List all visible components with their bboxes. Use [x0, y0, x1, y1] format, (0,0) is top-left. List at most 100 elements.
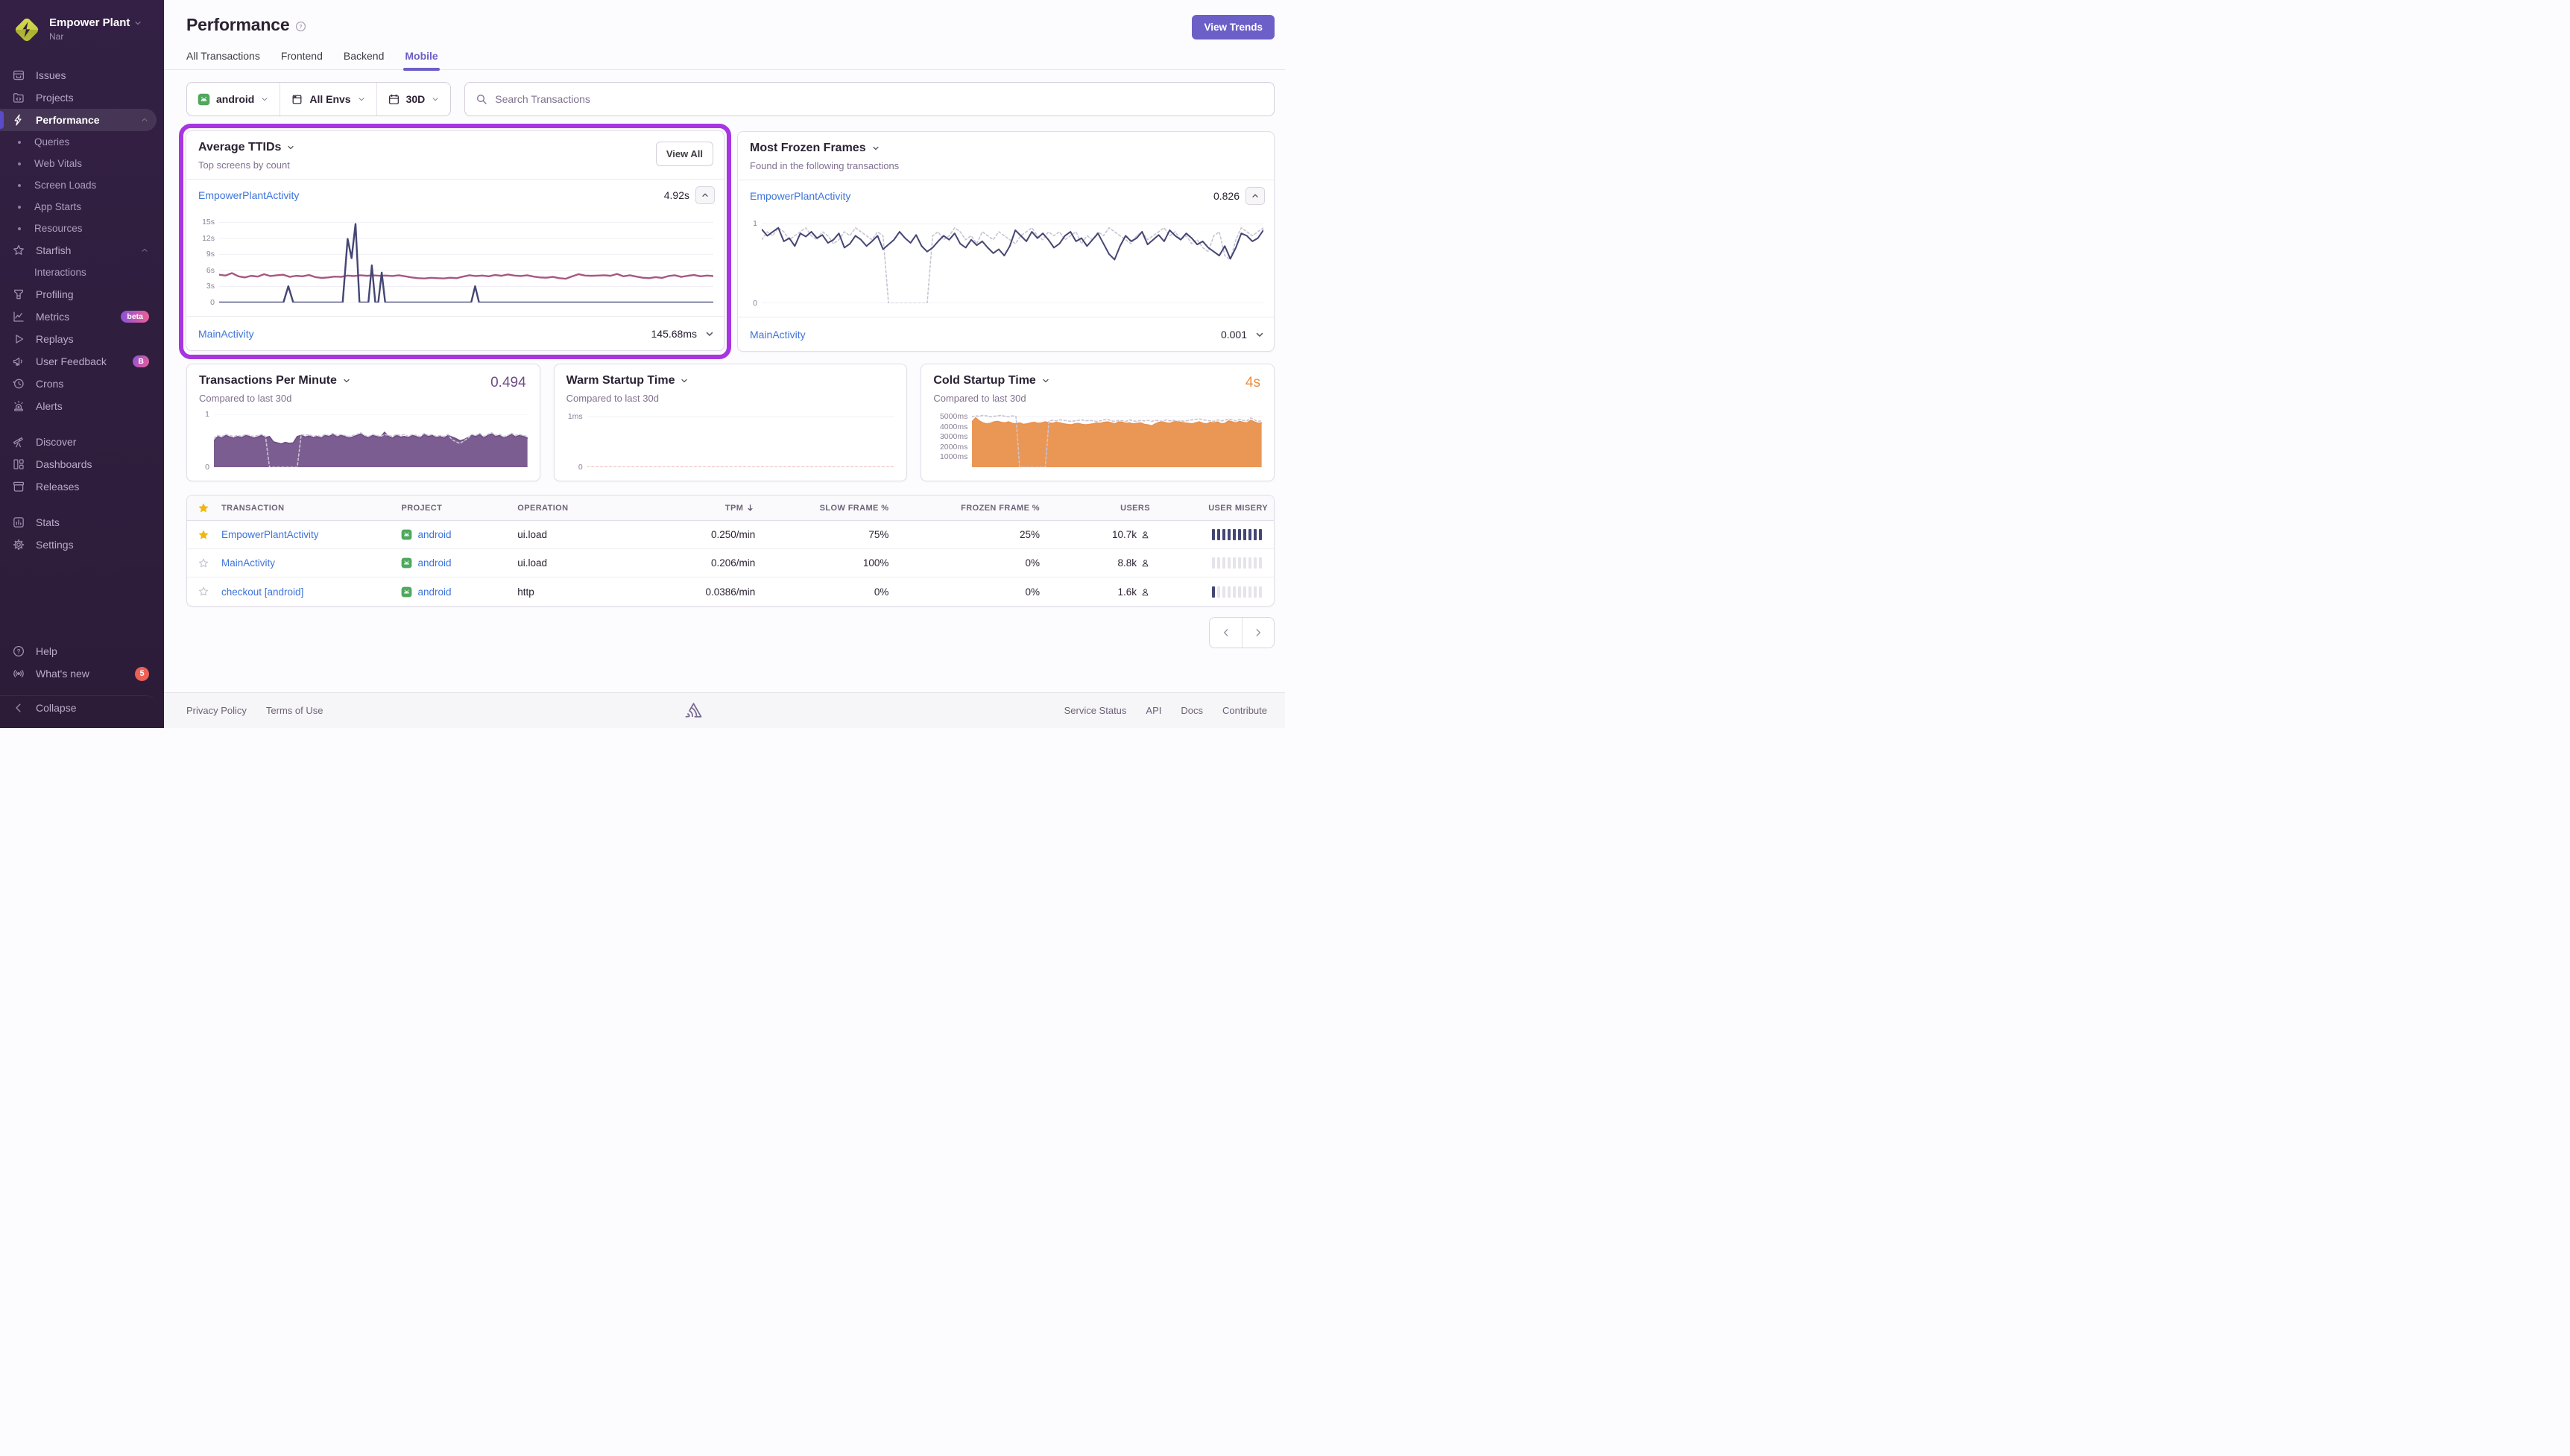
help-circle-icon[interactable]: ?	[295, 21, 306, 32]
frozen-frame-cell: 25%	[1019, 529, 1040, 540]
star-header-icon[interactable]	[198, 502, 209, 514]
transaction-link[interactable]: MainActivity	[221, 557, 275, 569]
sidebar-item-help[interactable]: ? Help	[0, 640, 157, 662]
cold-value: 4s	[1245, 375, 1260, 390]
col-project[interactable]: PROJECT	[395, 504, 511, 513]
col-frozen-frame[interactable]: FROZEN FRAME %	[894, 504, 1046, 513]
sidebar-item-crons[interactable]: Crons	[0, 373, 157, 395]
environment-filter[interactable]: All Envs	[280, 83, 376, 115]
sidebar-item-metrics[interactable]: Metrics beta	[0, 306, 157, 328]
sidebar-nav: Issues Projects Performance Queries Web Vi…	[0, 52, 164, 640]
sidebar-subitem-interactions[interactable]: Interactions	[0, 262, 157, 283]
sidebar-item-collapse[interactable]: Collapse	[0, 695, 157, 718]
frozen-transaction-link[interactable]: EmpowerPlantActivity	[750, 190, 850, 202]
project-link[interactable]: android	[417, 557, 451, 569]
search-icon	[477, 95, 487, 104]
prev-page-button[interactable]	[1210, 618, 1242, 648]
ttid-bottom-row: MainActivity 145.68ms	[186, 316, 724, 350]
chevron-down-icon[interactable]	[1041, 376, 1050, 385]
warm-subtitle: Compared to last 30d	[566, 393, 659, 404]
star-filled-icon[interactable]	[198, 529, 209, 541]
sidebar-subitem-app-starts[interactable]: App Starts	[0, 196, 157, 218]
sidebar-subitem-screen-loads[interactable]: Screen Loads	[0, 174, 157, 196]
star-outline-icon[interactable]	[198, 557, 209, 569]
view-all-button[interactable]: View All	[655, 142, 713, 166]
avg-ttid-transaction-link[interactable]: EmpowerPlantActivity	[198, 189, 299, 201]
footer-link-api[interactable]: API	[1146, 705, 1161, 716]
footer-link-privacy-policy[interactable]: Privacy Policy	[186, 705, 247, 716]
sidebar-subitem-web-vitals[interactable]: Web Vitals	[0, 153, 157, 174]
y-axis-tick: 1	[205, 410, 209, 419]
sidebar-item-performance[interactable]: Performance	[0, 109, 157, 131]
star-outline-icon[interactable]	[198, 586, 209, 598]
sidebar-item-stats[interactable]: Stats	[0, 511, 157, 534]
tpm-subtitle: Compared to last 30d	[199, 393, 292, 404]
col-tpm[interactable]: TPM	[640, 503, 762, 513]
collapse-button[interactable]	[695, 186, 715, 204]
col-operation[interactable]: OPERATION	[511, 504, 639, 513]
tpm-cell: 0.206/min	[710, 557, 756, 569]
tab-mobile[interactable]: Mobile	[403, 50, 441, 71]
sidebar-item-starfish[interactable]: Starfish	[0, 239, 157, 262]
table-header: TRANSACTION PROJECT OPERATION TPM SLOW F…	[187, 496, 1274, 521]
footer-link-terms-of-use[interactable]: Terms of Use	[266, 705, 323, 716]
footer-link-contribute[interactable]: Contribute	[1222, 705, 1267, 716]
tab-backend[interactable]: Backend	[344, 50, 384, 69]
col-users[interactable]: USERS	[1046, 504, 1156, 513]
dashboards-icon	[12, 458, 25, 471]
user-icon	[1140, 587, 1150, 597]
badge: B	[133, 355, 149, 368]
cold-startup-chart: 5000ms 4000ms 3000ms 2000ms 1000ms	[933, 411, 1262, 473]
avg-ttid-transaction-link[interactable]: MainActivity	[198, 328, 254, 340]
frozen-value: 0.001	[1220, 328, 1247, 341]
sidebar-item-releases[interactable]: Releases	[0, 475, 157, 498]
transactions-table: TRANSACTION PROJECT OPERATION TPM SLOW F…	[186, 495, 1275, 607]
operation-cell: http	[517, 586, 534, 598]
tabs: All Transactions Frontend Backend Mobile	[164, 39, 1285, 71]
ttid-top-row: EmpowerPlantActivity 4.92s	[186, 180, 724, 211]
search-input[interactable]	[495, 93, 1263, 105]
expand-button[interactable]	[704, 329, 715, 339]
frozen-transaction-link[interactable]: MainActivity	[750, 329, 806, 341]
sidebar-item-user-feedback[interactable]: User Feedback B	[0, 350, 157, 373]
transaction-link[interactable]: checkout [android]	[221, 586, 303, 598]
sidebar-item-replays[interactable]: Replays	[0, 328, 157, 350]
search-box[interactable]	[464, 82, 1275, 116]
settings-icon	[12, 538, 25, 551]
project-link[interactable]: android	[417, 586, 451, 598]
tab-all-transactions[interactable]: All Transactions	[186, 50, 260, 69]
date-filter[interactable]: 30D	[376, 83, 451, 115]
col-slow-frame[interactable]: SLOW FRAME %	[761, 504, 894, 513]
sidebar-item-discover[interactable]: Discover	[0, 431, 157, 453]
chevron-down-icon[interactable]	[342, 376, 351, 385]
project-filter[interactable]: android	[187, 83, 280, 115]
filter-compound: android All Envs 30D	[186, 82, 452, 116]
sidebar-item-settings[interactable]: Settings	[0, 534, 157, 556]
view-trends-button[interactable]: View Trends	[1192, 15, 1275, 39]
project-link[interactable]: android	[417, 529, 451, 540]
sidebar-item-profiling[interactable]: Profiling	[0, 283, 157, 306]
tab-frontend[interactable]: Frontend	[281, 50, 323, 69]
chevron-down-icon	[431, 95, 440, 104]
sidebar-subitem-resources[interactable]: Resources	[0, 218, 157, 239]
sidebar-item-dashboards[interactable]: Dashboards	[0, 453, 157, 475]
footer-link-service-status[interactable]: Service Status	[1064, 705, 1127, 716]
chevron-down-icon[interactable]	[680, 376, 689, 385]
next-page-button[interactable]	[1242, 618, 1274, 648]
org-header[interactable]: Empower Plant Nar	[0, 10, 164, 52]
col-transaction[interactable]: TRANSACTION	[215, 504, 395, 513]
sidebar-item-whats-new[interactable]: What's new 5	[0, 662, 157, 685]
sidebar-item-projects[interactable]: Projects	[0, 86, 157, 109]
expand-button[interactable]	[1254, 329, 1265, 340]
col-user-misery[interactable]: USER MISERY	[1156, 504, 1274, 513]
sidebar-item-alerts[interactable]: Alerts	[0, 395, 157, 417]
transaction-link[interactable]: EmpowerPlantActivity	[221, 529, 319, 540]
sidebar-subitem-queries[interactable]: Queries	[0, 131, 157, 153]
footer-link-docs[interactable]: Docs	[1181, 705, 1203, 716]
collapse-button[interactable]	[1245, 187, 1265, 205]
frozen-title: Most Frozen Frames	[750, 142, 866, 154]
chevron-down-icon[interactable]	[286, 143, 295, 152]
chevron-down-icon[interactable]	[871, 144, 880, 153]
sidebar-item-issues[interactable]: Issues	[0, 64, 157, 86]
android-project-icon	[401, 529, 412, 540]
